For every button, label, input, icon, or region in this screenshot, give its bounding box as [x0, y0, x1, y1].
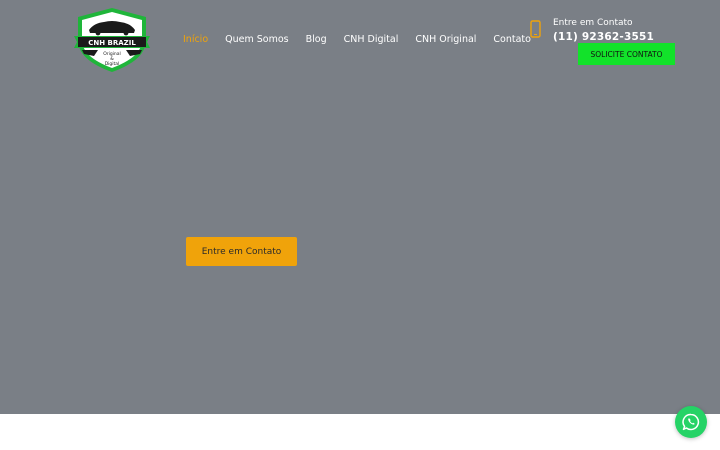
solicite-contato-button[interactable]: SOLICITE CONTATO	[578, 43, 675, 65]
main-nav: Início Quem Somos Blog CNH Digital CNH O…	[183, 33, 531, 47]
nav-item-cnh-digital[interactable]: CNH Digital	[344, 33, 399, 47]
hero-contact-button[interactable]: Entre em Contato	[186, 237, 297, 266]
whatsapp-button[interactable]	[675, 406, 707, 438]
nav-item-blog[interactable]: Blog	[306, 33, 327, 47]
logo-tagline-3: Digital	[105, 61, 120, 67]
contact-phone-number[interactable]: (11) 92362-3551	[553, 30, 654, 44]
nav-item-inicio[interactable]: Início	[183, 33, 208, 47]
nav-item-cnh-original[interactable]: CNH Original	[415, 33, 476, 47]
cnh-brazil-logo-emblem: CNH BRAZIL Original & Digital	[74, 8, 150, 72]
site-logo[interactable]: CNH BRAZIL Original & Digital	[72, 6, 152, 74]
nav-item-quem-somos[interactable]: Quem Somos	[225, 33, 288, 47]
whatsapp-icon	[682, 413, 700, 431]
logo-brand-text: CNH BRAZIL	[88, 39, 136, 47]
contact-label: Entre em Contato	[553, 18, 633, 28]
nav-item-contato[interactable]: Contato	[493, 33, 531, 47]
phone-icon	[530, 20, 541, 38]
